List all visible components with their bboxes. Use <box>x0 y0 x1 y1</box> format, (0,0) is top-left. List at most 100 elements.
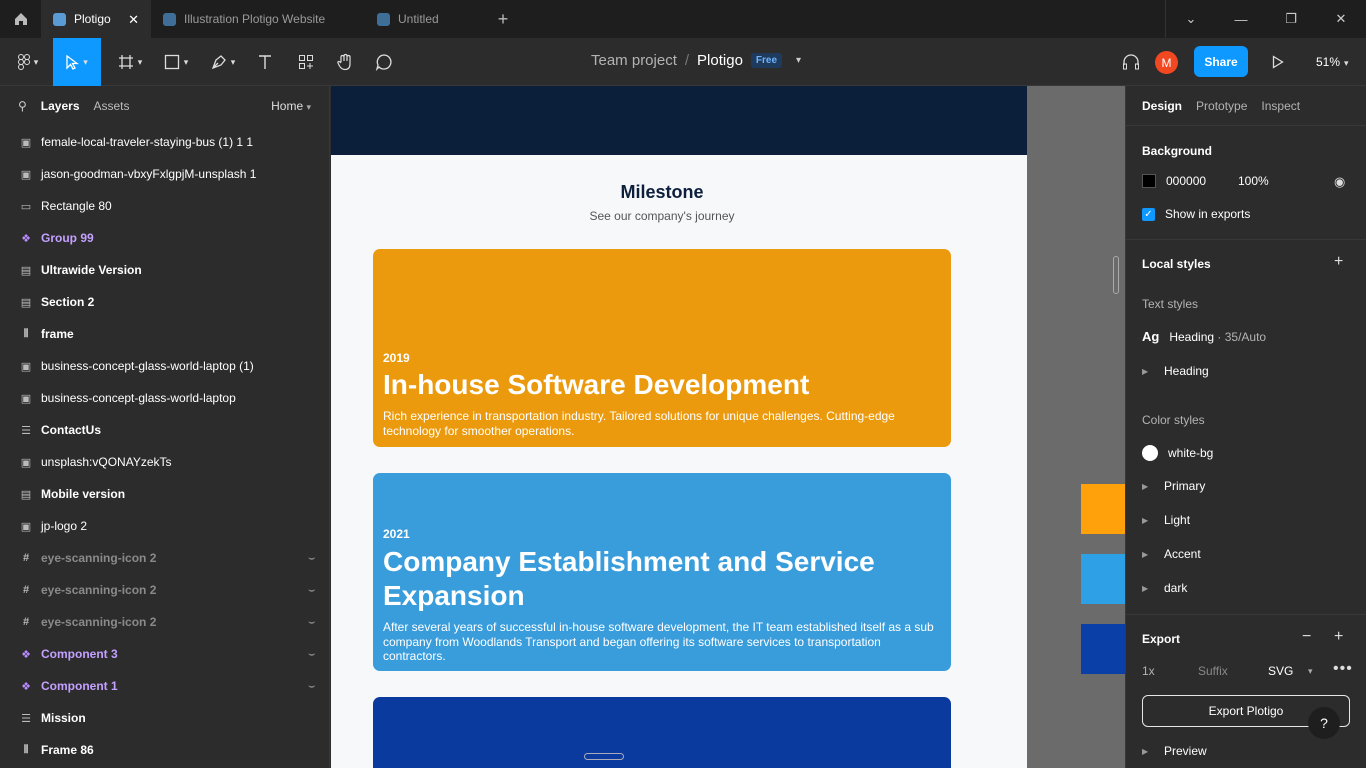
text-style-item[interactable]: Ag Heading · 35/Auto <box>1142 329 1266 344</box>
figma-file-icon <box>53 12 66 26</box>
shape-tool[interactable]: ▾ <box>158 38 194 86</box>
close-icon[interactable]: ✕ <box>128 12 139 28</box>
hidden-eye-icon[interactable]: ⌣ <box>308 553 315 564</box>
hash-icon: # <box>22 616 30 628</box>
layer-item[interactable]: ▤ Mobile version <box>0 478 329 510</box>
audio-button[interactable] <box>1118 38 1144 86</box>
hidden-eye-icon[interactable]: ⌣ <box>308 585 315 596</box>
comment-tool[interactable] <box>371 38 397 86</box>
color-style-item[interactable]: white-bg <box>1142 445 1213 461</box>
layer-item[interactable]: # eye-scanning-icon 2 ⌣ <box>0 574 329 606</box>
layer-item[interactable]: ▣ jason-goodman-vbxyFxlgpjM-unsplash 1 <box>0 158 329 190</box>
color-style-item[interactable]: ▶ Primary <box>1142 479 1205 493</box>
color-style-item[interactable]: ▶ dark <box>1142 581 1187 595</box>
background-fill-row[interactable]: 000000 100% <box>1142 174 1269 188</box>
bg-hex[interactable]: 000000 <box>1166 174 1238 188</box>
more-options-icon[interactable]: ••• <box>1333 660 1353 678</box>
preview-toggle[interactable]: ▶ Preview <box>1142 744 1207 758</box>
tab-plotigo[interactable]: Plotigo ✕ <box>41 0 151 38</box>
bg-opacity[interactable]: 100% <box>1238 174 1269 188</box>
layer-item[interactable]: # eye-scanning-icon 2 ⌣ <box>0 606 329 638</box>
export-scale[interactable]: 1x <box>1142 664 1198 678</box>
checkbox-icon[interactable]: ✓ <box>1142 207 1155 221</box>
text-tool[interactable] <box>252 38 278 86</box>
layer-item[interactable]: ▤ Section 2 <box>0 286 329 318</box>
layer-item[interactable]: ❖ Component 1 ⌣ <box>0 670 329 702</box>
components-icon <box>299 55 313 69</box>
color-style-item[interactable]: ▶ Accent <box>1142 547 1201 561</box>
artboard[interactable]: Milestone See our company's journey 2019… <box>331 86 1027 768</box>
color-swatch-light[interactable] <box>1081 554 1125 604</box>
layer-item[interactable]: ☰ ContactUs <box>0 414 329 446</box>
pen-tool[interactable]: ▾ <box>204 38 242 86</box>
tab-illustration[interactable]: Illustration Plotigo Website <box>151 0 365 38</box>
tab-inspect[interactable]: Inspect <box>1261 99 1300 113</box>
tab-untitled[interactable]: Untitled <box>365 0 483 38</box>
hidden-eye-icon[interactable]: ⌣ <box>308 649 315 660</box>
layer-name: Component 3 <box>41 647 118 661</box>
layer-item[interactable]: ▣ female-local-traveler-staying-bus (1) 1… <box>0 126 329 158</box>
export-format[interactable]: SVG <box>1268 664 1308 678</box>
layer-item[interactable]: ☰ Mission <box>0 702 329 734</box>
restore-icon[interactable]: ❐ <box>1266 0 1316 38</box>
color-swatch-dark[interactable] <box>1081 624 1125 674</box>
export-suffix-input[interactable]: Suffix <box>1198 664 1268 678</box>
team-name[interactable]: Team project <box>591 52 677 69</box>
milestone-card[interactable] <box>373 697 951 768</box>
search-icon[interactable]: ⚲ <box>18 99 27 113</box>
hidden-eye-icon[interactable]: ⌣ <box>308 617 315 628</box>
resources-tool[interactable] <box>293 38 319 86</box>
chevron-down-icon[interactable]: ▾ <box>1308 666 1313 677</box>
hand-icon <box>337 53 351 71</box>
color-style-item[interactable]: ▶ Light <box>1142 513 1190 527</box>
tab-prototype[interactable]: Prototype <box>1196 99 1247 113</box>
frame-tool[interactable]: ▾ <box>112 38 148 86</box>
color-swatch-primary[interactable] <box>1081 484 1125 534</box>
tab-design[interactable]: Design <box>1142 99 1182 113</box>
layer-item[interactable]: ▤ Ultrawide Version <box>0 254 329 286</box>
minimize-icon[interactable]: — <box>1216 0 1266 38</box>
layer-item[interactable]: ⦀ frame <box>0 318 329 350</box>
plus-icon[interactable]: + <box>1334 628 1343 646</box>
canvas-scrollbar[interactable] <box>1113 256 1119 294</box>
layer-item[interactable]: ▭ Rectangle 80 <box>0 190 329 222</box>
layer-item[interactable]: ⦀ Frame 86 <box>0 734 329 766</box>
layer-item[interactable]: ❖ Group 99 <box>0 222 329 254</box>
layer-item[interactable]: ▣ jp-logo 2 <box>0 510 329 542</box>
main-menu-button[interactable]: ▾ <box>10 38 46 86</box>
tab-layers[interactable]: Layers <box>41 99 80 113</box>
file-name[interactable]: Plotigo <box>697 52 743 69</box>
share-button[interactable]: Share <box>1194 46 1248 77</box>
zoom-control[interactable]: 51% ▾ <box>1316 55 1349 69</box>
close-window-icon[interactable]: ✕ <box>1316 0 1366 38</box>
eye-icon[interactable]: ◉ <box>1334 174 1345 190</box>
milestone-card[interactable]: 2019 In-house Software Development Rich … <box>373 249 951 447</box>
color-chip[interactable] <box>1142 174 1156 188</box>
help-button[interactable]: ? <box>1308 707 1340 739</box>
canvas[interactable]: Milestone See our company's journey 2019… <box>331 86 1125 768</box>
move-tool[interactable]: ▾ <box>53 38 101 86</box>
chevron-down-icon[interactable]: ▾ <box>796 55 801 66</box>
hidden-eye-icon[interactable]: ⌣ <box>308 681 315 692</box>
add-style-icon[interactable]: + <box>1334 253 1343 271</box>
preview-label: Preview <box>1164 744 1207 758</box>
milestone-card[interactable]: 2021 Company Establishment and Service E… <box>373 473 951 671</box>
show-in-exports-row[interactable]: ✓ Show in exports <box>1142 207 1250 221</box>
chevron-down-icon[interactable]: ⌄ <box>1166 0 1216 38</box>
minus-icon[interactable]: − <box>1302 628 1311 646</box>
layer-item[interactable]: ▣ unsplash:vQONAYzekTs <box>0 446 329 478</box>
home-button[interactable] <box>0 0 41 38</box>
layer-item[interactable]: ▣ business-concept-glass-world-laptop <box>0 382 329 414</box>
text-style-group[interactable]: ▶ Heading <box>1142 364 1209 378</box>
new-tab-button[interactable]: + <box>483 0 523 38</box>
layer-item[interactable]: # eye-scanning-icon 2 ⌣ <box>0 542 329 574</box>
present-button[interactable] <box>1266 38 1290 86</box>
page-selector[interactable]: Home ▾ <box>271 99 311 113</box>
layer-item[interactable]: ❖ Component 3 ⌣ <box>0 638 329 670</box>
hand-tool[interactable] <box>332 38 358 86</box>
layer-item[interactable]: ▣ business-concept-glass-world-laptop (1) <box>0 350 329 382</box>
tab-assets[interactable]: Assets <box>94 99 130 113</box>
layer-name: jp-logo 2 <box>41 519 88 533</box>
image-icon: ▣ <box>20 520 32 533</box>
avatar[interactable]: M <box>1155 51 1178 74</box>
